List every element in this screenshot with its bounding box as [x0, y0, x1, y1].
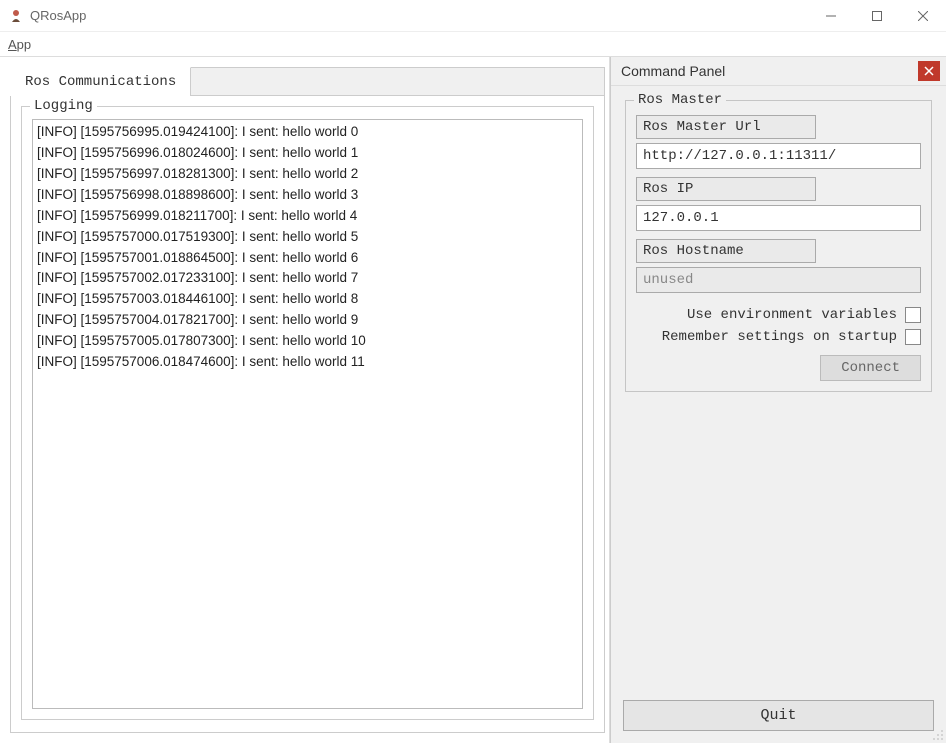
- close-icon: [924, 66, 934, 76]
- command-panel-title: Command Panel: [621, 63, 918, 79]
- window-controls: [808, 0, 946, 32]
- ros-master-url-input[interactable]: [636, 143, 921, 169]
- ros-hostname-label: Ros Hostname: [636, 239, 816, 263]
- tab-strip-remainder: [191, 68, 604, 96]
- tab-strip: Ros Communications: [10, 67, 605, 96]
- use-env-row: Use environment variables: [636, 307, 921, 323]
- log-line: [INFO] [1595757000.017519300]: I sent: h…: [37, 227, 578, 248]
- command-panel-close-button[interactable]: [918, 61, 940, 81]
- connect-row: Connect: [636, 355, 921, 381]
- log-line: [INFO] [1595756995.019424100]: I sent: h…: [37, 122, 578, 143]
- connect-button[interactable]: Connect: [820, 355, 921, 381]
- close-button[interactable]: [900, 0, 946, 32]
- log-line: [INFO] [1595757002.017233100]: I sent: h…: [37, 268, 578, 289]
- ros-master-groupbox: Ros Master Ros Master Url Ros IP Ros Hos…: [625, 100, 932, 392]
- remember-checkbox[interactable]: [905, 329, 921, 345]
- close-icon: [918, 11, 928, 21]
- use-env-label: Use environment variables: [687, 307, 897, 323]
- log-line: [INFO] [1595756996.018024600]: I sent: h…: [37, 143, 578, 164]
- quit-button[interactable]: Quit: [623, 700, 934, 731]
- titlebar: QRosApp: [0, 0, 946, 32]
- command-panel-body: Ros Master Ros Master Url Ros IP Ros Hos…: [611, 86, 946, 692]
- log-line: [INFO] [1595757004.017821700]: I sent: h…: [37, 310, 578, 331]
- log-line: [INFO] [1595756998.018898600]: I sent: h…: [37, 185, 578, 206]
- command-panel: Command Panel Ros Master Ros Master Url …: [610, 57, 946, 743]
- logging-group-title: Logging: [30, 98, 97, 114]
- minimize-icon: [826, 11, 836, 21]
- log-line: [INFO] [1595757005.017807300]: I sent: h…: [37, 331, 578, 352]
- menubar: App: [0, 32, 946, 56]
- ros-hostname-input: [636, 267, 921, 293]
- maximize-icon: [872, 11, 882, 21]
- remember-row: Remember settings on startup: [636, 329, 921, 345]
- log-output[interactable]: [INFO] [1595756995.019424100]: I sent: h…: [32, 119, 583, 709]
- ros-master-group-title: Ros Master: [634, 92, 726, 108]
- minimize-button[interactable]: [808, 0, 854, 32]
- maximize-button[interactable]: [854, 0, 900, 32]
- log-line: [INFO] [1595757003.018446100]: I sent: h…: [37, 289, 578, 310]
- log-line: [INFO] [1595756997.018281300]: I sent: h…: [37, 164, 578, 185]
- resize-grip-icon[interactable]: [932, 729, 944, 741]
- app-icon: [8, 8, 24, 24]
- quit-row: Quit: [611, 692, 946, 743]
- tab-content: Logging [INFO] [1595756995.019424100]: I…: [10, 96, 605, 733]
- ros-ip-label: Ros IP: [636, 177, 816, 201]
- use-env-checkbox[interactable]: [905, 307, 921, 323]
- log-line: [INFO] [1595756999.018211700]: I sent: h…: [37, 206, 578, 227]
- remember-label: Remember settings on startup: [662, 329, 897, 345]
- log-line: [INFO] [1595757001.018864500]: I sent: h…: [37, 248, 578, 269]
- log-line: [INFO] [1595757006.018474600]: I sent: h…: [37, 352, 578, 373]
- tab-ros-communications[interactable]: Ros Communications: [10, 67, 191, 96]
- ros-master-url-label: Ros Master Url: [636, 115, 816, 139]
- left-pane: Ros Communications Logging [INFO] [15957…: [0, 57, 610, 743]
- window-title: QRosApp: [30, 8, 86, 23]
- command-panel-header: Command Panel: [611, 57, 946, 86]
- ros-ip-input[interactable]: [636, 205, 921, 231]
- menu-app[interactable]: App: [8, 37, 31, 52]
- logging-groupbox: Logging [INFO] [1595756995.019424100]: I…: [21, 106, 594, 720]
